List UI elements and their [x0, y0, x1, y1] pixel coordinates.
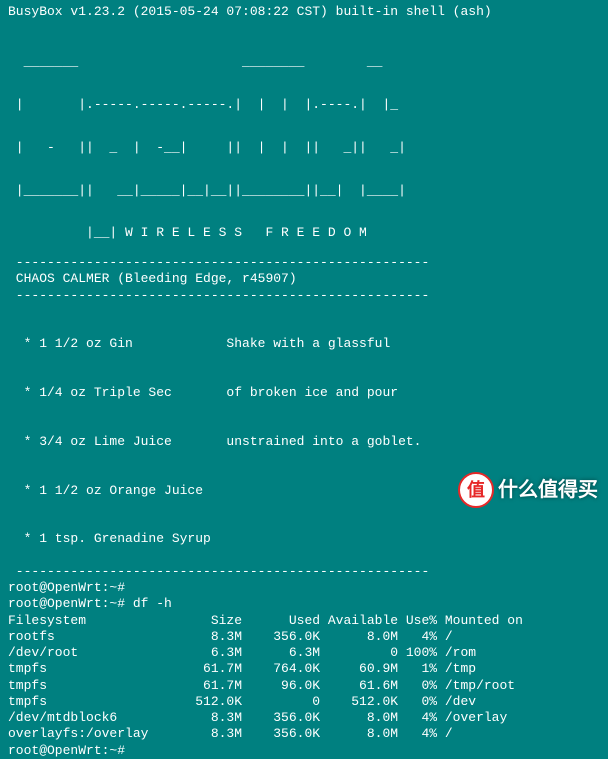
shell-prompt[interactable]: root@OpenWrt:~#: [8, 743, 600, 759]
busybox-banner: BusyBox v1.23.2 (2015-05-24 07:08:22 CST…: [8, 4, 600, 20]
ascii-art-logo: _______ ________ __ | |.-----.-----.----…: [8, 26, 600, 255]
recipe-line: * 1 tsp. Grenadine Syrup: [8, 531, 600, 547]
art-line: | |.-----.-----.-----.| | | |.----.| |_: [8, 98, 600, 112]
df-row: overlayfs:/overlay 8.3M 356.0K 8.0M 4% /: [8, 726, 600, 742]
df-header: Filesystem Size Used Available Use% Moun…: [8, 613, 600, 629]
divider: ----------------------------------------…: [8, 564, 600, 580]
df-row: tmpfs 61.7M 96.0K 61.6M 0% /tmp/root: [8, 678, 600, 694]
df-row: /dev/root 6.3M 6.3M 0 100% /rom: [8, 645, 600, 661]
recipe-line: * 3/4 oz Lime Juice unstrained into a go…: [8, 434, 600, 450]
df-row: /dev/mtdblock6 8.3M 356.0K 8.0M 4% /over…: [8, 710, 600, 726]
recipe-block: * 1 1/2 oz Gin Shake with a glassful * 1…: [8, 304, 600, 564]
df-row: rootfs 8.3M 356.0K 8.0M 4% /: [8, 629, 600, 645]
watermark-text: 什么值得买: [498, 478, 598, 503]
art-line: _______ ________ __: [8, 55, 600, 69]
recipe-line: * 1 1/2 oz Gin Shake with a glassful: [8, 336, 600, 352]
df-row: tmpfs 512.0K 0 512.0K 0% /dev: [8, 694, 600, 710]
divider: ----------------------------------------…: [8, 255, 600, 271]
watermark: 值 什么值得买: [458, 472, 598, 508]
watermark-badge-icon: 值: [458, 472, 494, 508]
shell-prompt[interactable]: root@OpenWrt:~#: [8, 580, 600, 596]
df-row: tmpfs 61.7M 764.0K 60.9M 1% /tmp: [8, 661, 600, 677]
art-line: |_______|| __|_____|__|__||________||__|…: [8, 184, 600, 198]
shell-command-df[interactable]: root@OpenWrt:~# df -h: [8, 596, 600, 612]
recipe-line: * 1/4 oz Triple Sec of broken ice and po…: [8, 385, 600, 401]
art-line: | - || _ | -__| || | | || _|| _|: [8, 141, 600, 155]
art-line: |__| W I R E L E S S F R E E D O M: [8, 226, 600, 240]
divider: ----------------------------------------…: [8, 288, 600, 304]
release-line: CHAOS CALMER (Bleeding Edge, r45907): [8, 271, 600, 287]
